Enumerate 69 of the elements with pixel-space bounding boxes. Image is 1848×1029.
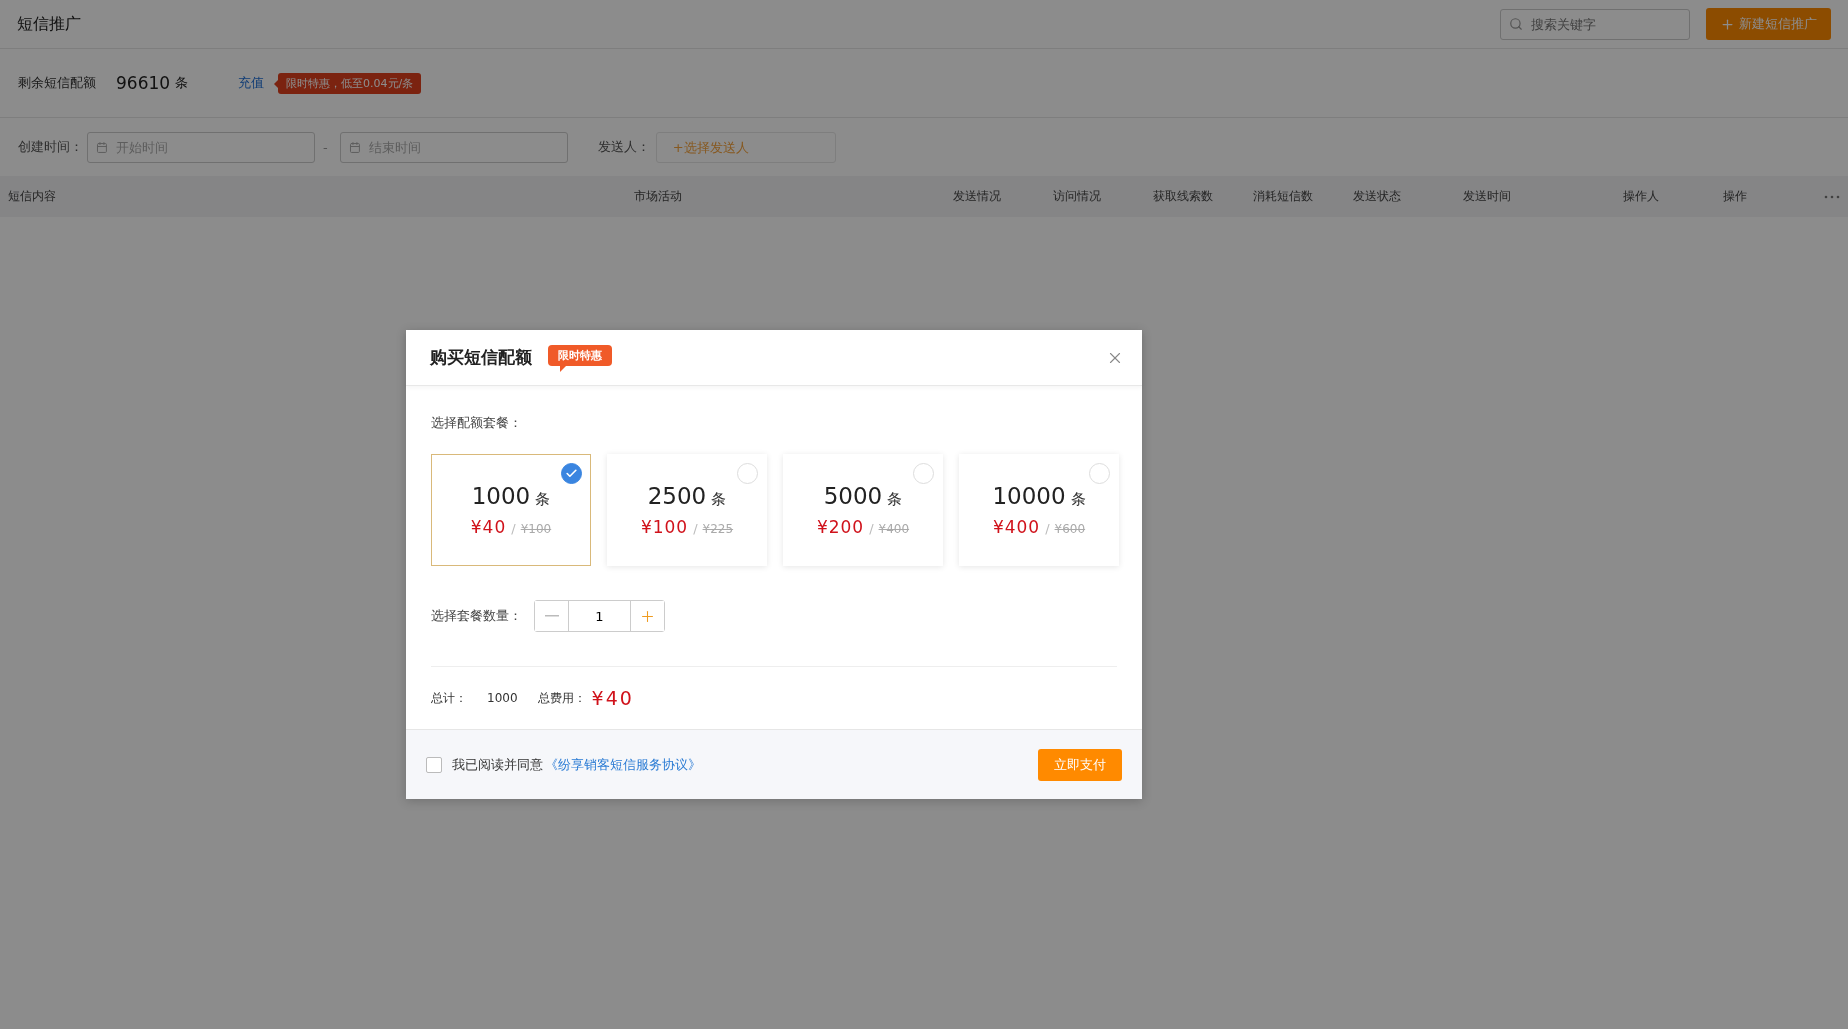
created-time-label: 创建时间： (18, 138, 83, 156)
calendar-icon (96, 140, 108, 154)
package-price: ¥200 (816, 517, 865, 537)
original-price: ¥600 (1054, 522, 1086, 536)
original-price: ¥400 (878, 522, 910, 536)
package-price: ¥40 (470, 517, 507, 537)
plus-icon (1720, 16, 1735, 32)
radio-icon (561, 463, 582, 484)
promo-badge: 限时特惠 (548, 345, 612, 366)
column-header: 操作 (1723, 188, 1748, 205)
radio-icon (737, 463, 758, 484)
original-price: ¥100 (520, 522, 552, 536)
sender-input[interactable]: +选择发送人 (670, 138, 821, 156)
page-title: 短信推广 (17, 13, 82, 35)
quantity-label: 选择套餐数量： (431, 607, 522, 625)
package-unit: 条 (1070, 490, 1086, 509)
package-unit: 条 (887, 490, 903, 509)
agreement-link[interactable]: 《纷享销客短信服务协议》 (545, 755, 701, 774)
column-header: 市场活动 (634, 188, 683, 205)
price-separator: / (1045, 521, 1050, 536)
package-count: 1000 (471, 483, 531, 509)
column-header: 发送时间 (1463, 188, 1512, 205)
quantity-field[interactable]: 1 (568, 601, 631, 631)
total-label: 总计： (431, 689, 467, 707)
column-header: 短信内容 (8, 188, 57, 205)
search-icon (1509, 17, 1523, 31)
package-count: 5000 (823, 483, 883, 509)
price-separator: / (869, 521, 874, 536)
calendar-icon (348, 140, 361, 154)
package-label: 选择配额套餐： (431, 414, 523, 432)
range-separator: - (323, 139, 328, 155)
quota-unit: 条 (175, 74, 189, 92)
column-header: 消耗短信数 (1253, 188, 1314, 205)
total-value: 1000 (487, 691, 518, 705)
more-icon[interactable] (1824, 194, 1840, 199)
package-card[interactable]: 2500 条 ¥100 / ¥225 (607, 454, 767, 566)
package-card[interactable]: 10000 条 ¥400 / ¥600 (959, 454, 1119, 566)
sender-label: 发送人： (597, 138, 650, 156)
package-count: 2500 (647, 483, 707, 509)
package-unit: 条 (711, 490, 727, 509)
package-price: ¥400 (992, 517, 1041, 537)
package-price: ¥100 (640, 517, 689, 537)
quota-value: 96610 (116, 73, 171, 93)
quantity-stepper[interactable]: 1 (534, 600, 665, 632)
radio-icon (1089, 463, 1110, 484)
radio-icon (913, 463, 934, 484)
original-price: ¥225 (702, 522, 734, 536)
sender-field[interactable]: +选择发送人 (655, 131, 836, 163)
package-unit: 条 (535, 490, 551, 509)
package-card[interactable]: 1000 条 ¥40 / ¥100 (431, 454, 591, 566)
column-header: 获取线索数 (1153, 188, 1214, 205)
column-header: 发送状态 (1353, 188, 1402, 205)
agreement-text: 我已阅读并同意《纷享销客短信服务协议》 (452, 755, 701, 774)
dialog-title: 购买短信配额 (430, 346, 532, 369)
total-cost: ¥40 (591, 687, 634, 709)
column-header: 访问情况 (1053, 188, 1102, 205)
minus-icon (544, 615, 559, 617)
cost-label: 总费用： (537, 689, 586, 707)
quota-label: 剩余短信配额 (18, 74, 96, 92)
price-separator: / (511, 521, 516, 536)
package-card[interactable]: 5000 条 ¥200 / ¥400 (783, 454, 943, 566)
column-header: 操作人 (1623, 188, 1660, 205)
agreement-checkbox[interactable] (426, 756, 442, 773)
search-input[interactable]: 搜索关键字 (1529, 15, 1669, 33)
column-header: 发送情况 (953, 188, 1002, 205)
search-field[interactable]: 搜索关键字 (1500, 8, 1690, 40)
package-count: 10000 (992, 483, 1066, 509)
badge-pointer-icon (560, 366, 566, 372)
price-separator: / (693, 521, 698, 536)
